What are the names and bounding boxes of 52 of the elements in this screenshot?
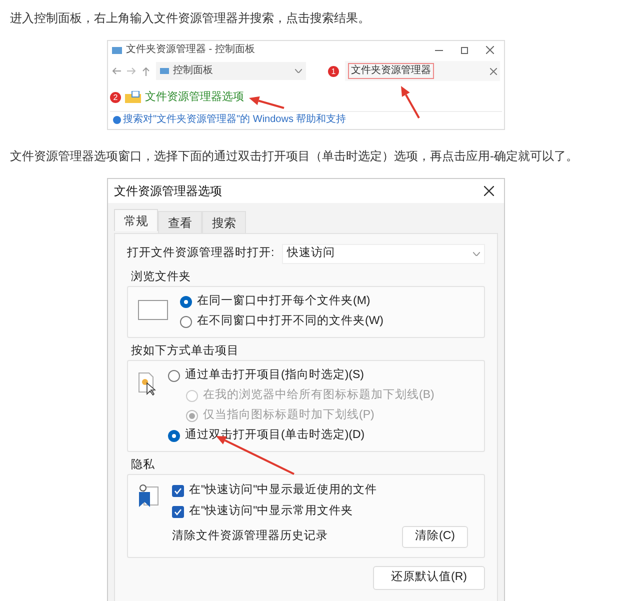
radio-label: 仅当指向图标标题时加下划线(P) <box>203 408 374 424</box>
restore-defaults-button[interactable]: 还原默认值(R) <box>373 566 485 590</box>
folder-options-icon <box>125 91 141 103</box>
search-field[interactable]: 文件夹资源管理器 <box>345 61 500 81</box>
maximize-icon[interactable] <box>461 46 468 54</box>
radio-label: 在不同窗口中打开不同的文件夹(W) <box>197 313 384 330</box>
radio-button[interactable] <box>168 370 180 382</box>
clear-history-label: 清除文件资源管理器历史记录 <box>172 528 329 544</box>
radio-button[interactable] <box>180 316 192 328</box>
checkbox[interactable] <box>172 506 184 518</box>
tab[interactable]: 查看 <box>158 211 202 233</box>
tab[interactable]: 搜索 <box>202 211 246 233</box>
dialog-title: 文件资源管理器选项 <box>114 183 223 200</box>
radio-label: 在我的浏览器中给所有图标标题加下划线(B) <box>203 388 434 404</box>
checkbox-label: 在"快速访问"中显示最近使用的文件 <box>189 482 378 498</box>
folder-icon <box>112 46 122 54</box>
help-link[interactable]: 搜索对"文件夹资源管理器"的 Windows 帮助和支持 <box>123 114 346 126</box>
group-title: 隐私 <box>131 458 156 472</box>
close-icon[interactable] <box>484 186 494 196</box>
group-title: 按如下方式单击项目 <box>131 344 240 358</box>
help-icon <box>113 116 121 124</box>
open-label: 打开文件资源管理器时打开: <box>127 246 274 262</box>
address-bar[interactable]: 控制面板 <box>156 62 306 80</box>
arrow-drawing <box>249 96 284 109</box>
arrow-drawing <box>401 86 420 118</box>
dropdown[interactable]: 快速访问 <box>282 244 485 264</box>
radio-label: 通过单击打开项目(指向时选定)(S) <box>185 368 364 384</box>
clear-icon[interactable] <box>490 68 497 74</box>
group-title: 浏览文件夹 <box>131 270 192 284</box>
pointer-icon <box>138 372 156 396</box>
close-icon[interactable] <box>486 46 494 54</box>
search-result-link[interactable]: 文件资源管理器选项 <box>145 90 244 104</box>
clear-button[interactable]: 清除(C) <box>402 526 468 548</box>
checkbox-label: 在"快速访问"中显示常用文件夹 <box>189 503 354 519</box>
badge: 2 <box>110 92 121 102</box>
badge: 1 <box>328 66 339 76</box>
back-icon[interactable] <box>112 67 121 75</box>
instruction-text: 进入控制面板，右上角输入文件资源管理器并搜索，点击搜索结果。 <box>9 10 371 26</box>
breadcrumb[interactable]: 控制面板 <box>173 65 213 77</box>
chevron-icon <box>473 252 480 256</box>
checkbox[interactable] <box>172 484 184 496</box>
window-icon <box>138 300 168 320</box>
radio-button[interactable] <box>180 296 192 308</box>
instruction-text: 文件资源管理器选项窗口，选择下面的通过双击打开项目（单击时选定）选项，再点击应用-确定就可以了。 <box>9 148 579 164</box>
privacy-icon <box>138 484 160 508</box>
radio-button[interactable] <box>168 430 180 442</box>
tab[interactable]: 常规 <box>114 209 158 231</box>
chevron-icon[interactable] <box>295 69 302 73</box>
radio-label: 在同一窗口中打开每个文件夹(M) <box>197 293 370 310</box>
up-icon[interactable] <box>142 66 150 76</box>
folder-icon <box>160 68 169 74</box>
window-title: 文件夹资源管理器 - 控制面板 <box>126 44 255 56</box>
